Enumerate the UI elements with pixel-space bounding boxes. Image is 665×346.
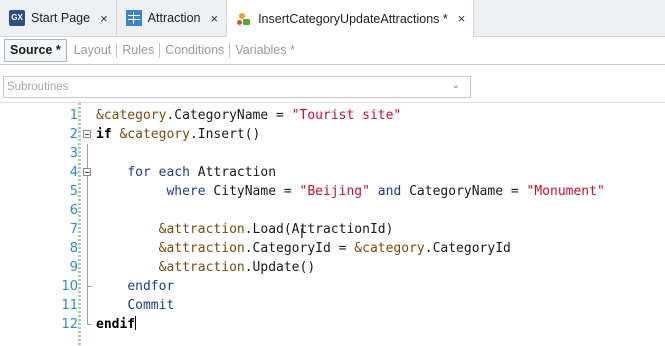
text-caret [135,316,137,330]
fold-guide [82,296,94,315]
code-token: .CategoryName = [166,108,292,123]
line-number: 5 [69,184,78,199]
code-token: .CategoryId = [244,241,355,256]
fold-guide [82,277,94,296]
code-text: &attraction.Update() [96,258,316,277]
code-token: &attraction [158,222,245,237]
fold-guide [82,106,94,125]
code-text: &attraction.CategoryId = &category.Categ… [96,239,511,258]
line-number: 10 [61,279,78,294]
line-number: 1 [69,108,78,123]
procedure-icon [236,11,252,27]
fold-guide [82,201,94,220]
line-number: 2 [69,127,78,142]
code-token: Attraction [189,165,277,180]
code-text: endfor [96,277,174,296]
part-selector: Source * Layout Rules Conditions Variabl… [0,37,665,65]
code-token: .Update() [244,260,316,275]
fold-guide [82,258,94,277]
code-text: Commit [96,296,174,315]
line-number: 12 [61,317,78,332]
part-tab-source[interactable]: Source * [4,39,67,62]
change-marker-bar [78,103,81,346]
line-number: 8 [69,241,78,256]
code-text: if &category.Insert() [96,125,260,144]
code-token: &category [354,241,425,256]
code-text: endif [96,315,137,334]
code-token: &category [96,108,167,123]
close-icon[interactable]: × [210,11,218,26]
chevron-down-icon[interactable]: ⌄ [452,80,460,91]
code-token: .Load(AttractionId) [244,222,394,237]
fold-guide [82,144,94,163]
code-token: Commit [127,298,175,313]
code-token: where [166,184,206,199]
code-token: "Beijing" [299,184,370,199]
line-number: 11 [61,298,78,313]
close-icon[interactable]: × [100,11,108,26]
collapse-icon[interactable] [82,163,94,182]
line-number: 9 [69,260,78,275]
fold-guide [82,220,94,239]
tab-label: Start Page [31,11,91,25]
code-token: for each [127,165,190,180]
code-text: &category.CategoryName = "Tourist site" [96,106,401,125]
code-token: endfor [127,279,175,294]
code-text: &attraction.Load(AttractionId) [96,220,394,239]
code-token: &category [119,127,190,142]
tab-label: Attraction [147,11,201,25]
part-tab-variables[interactable]: Variables * [230,43,300,58]
code-token: if [96,127,112,142]
fold-guide [82,239,94,258]
part-tab-conditions[interactable]: Conditions [160,43,231,58]
line-number: 7 [69,222,78,237]
code-token: "Tourist site" [291,108,402,123]
code-text: for each Attraction [96,163,276,182]
subroutines-dropdown[interactable]: Subroutines ⌄ [3,76,471,98]
fold-guide [82,182,94,201]
close-icon[interactable]: × [458,11,466,26]
code-token: .Insert() [189,127,261,142]
code-token: and [377,184,402,199]
code-text: where CityName = "Beijing" and CategoryN… [96,182,605,201]
tab-start-page[interactable]: GX Start Page × [0,0,117,36]
line-number: 4 [69,165,78,180]
line-number: 3 [69,146,78,161]
subroutines-value: Subroutines [7,81,69,93]
tab-attraction[interactable]: Attraction × [117,0,228,36]
tab-insert-category-update-attractions[interactable]: InsertCategoryUpdateAttractions * × [227,0,475,37]
tab-label: InsertCategoryUpdateAttractions * [258,11,448,26]
document-tab-bar: GX Start Page × Attraction × InsertCateg… [0,0,665,37]
code-token: &attraction [158,260,245,275]
part-tab-rules[interactable]: Rules [117,43,161,58]
part-tab-layout[interactable]: Layout [69,43,118,58]
gx-icon: GX [9,10,25,26]
transaction-grid-icon [125,10,142,26]
code-token: .CategoryId [424,241,511,256]
code-token: &attraction [158,241,245,256]
code-token: endif [96,317,136,332]
line-number: 6 [69,203,78,218]
fold-guide [82,315,94,334]
collapse-icon[interactable] [82,125,94,144]
code-token: CityName = [205,184,300,199]
code-token: "Monument" [526,184,605,199]
code-token: CategoryName = [401,184,527,199]
code-editor[interactable]: 1 &category.CategoryName = "Tourist site"… [0,102,665,346]
